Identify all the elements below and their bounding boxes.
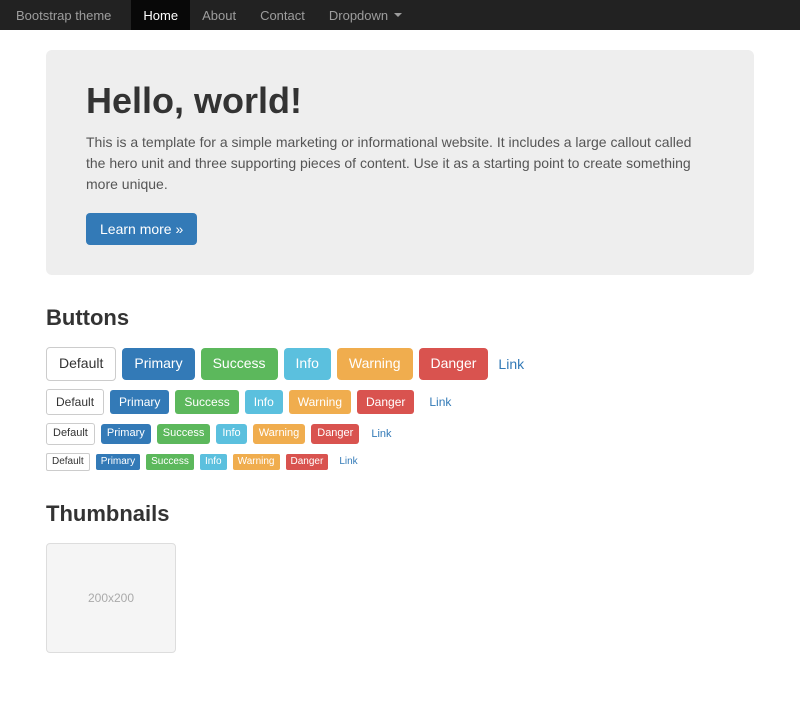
hero-section: Hello, world! This is a template for a s… — [46, 50, 754, 275]
btn-warning-md[interactable]: Warning — [289, 390, 351, 415]
btn-danger-md[interactable]: Danger — [357, 390, 414, 415]
hero-description: This is a template for a simple marketin… — [86, 132, 714, 195]
button-row-normal: Default Primary Success Info Warning Dan… — [46, 389, 754, 416]
btn-default-sm[interactable]: Default — [46, 423, 95, 444]
nav-item-home[interactable]: Home — [131, 0, 190, 30]
nav-item-about[interactable]: About — [190, 0, 248, 30]
nav-item-dropdown[interactable]: Dropdown — [317, 0, 414, 30]
btn-link-md[interactable]: Link — [420, 391, 460, 413]
button-row-small: Default Primary Success Info Warning Dan… — [46, 423, 754, 444]
btn-link-lg[interactable]: Link — [494, 350, 528, 378]
btn-danger-lg[interactable]: Danger — [419, 348, 489, 380]
thumbnails-section: Thumbnails 200x200 — [46, 501, 754, 653]
buttons-section: Buttons Default Primary Success Info War… — [46, 305, 754, 471]
hero-title: Hello, world! — [86, 80, 714, 122]
btn-link-sm[interactable]: Link — [365, 426, 397, 442]
btn-warning-sm[interactable]: Warning — [253, 424, 306, 443]
btn-danger-xs[interactable]: Danger — [286, 454, 329, 470]
btn-success-md[interactable]: Success — [175, 390, 238, 415]
btn-default-xs[interactable]: Default — [46, 453, 90, 471]
learn-more-button[interactable]: Learn more » — [86, 213, 197, 245]
btn-default-md[interactable]: Default — [46, 389, 104, 416]
btn-info-xs[interactable]: Info — [200, 454, 227, 470]
btn-info-lg[interactable]: Info — [284, 348, 331, 380]
nav-items: Home About Contact Dropdown — [131, 0, 414, 30]
btn-default-lg[interactable]: Default — [46, 347, 116, 381]
btn-primary-lg[interactable]: Primary — [122, 348, 194, 380]
navbar-brand[interactable]: Bootstrap theme — [16, 8, 111, 23]
dropdown-label: Dropdown — [329, 8, 402, 23]
navbar: Bootstrap theme Home About Contact Dropd… — [0, 0, 800, 30]
thumbnails-title: Thumbnails — [46, 501, 754, 527]
btn-info-sm[interactable]: Info — [216, 424, 246, 443]
btn-success-xs[interactable]: Success — [146, 454, 194, 470]
btn-warning-lg[interactable]: Warning — [337, 348, 413, 380]
btn-primary-md[interactable]: Primary — [110, 390, 169, 415]
chevron-down-icon — [394, 13, 402, 17]
buttons-title: Buttons — [46, 305, 754, 331]
thumbnail-label: 200x200 — [88, 591, 134, 605]
btn-primary-sm[interactable]: Primary — [101, 424, 151, 443]
thumbnail-item: 200x200 — [46, 543, 176, 653]
nav-item-contact[interactable]: Contact — [248, 0, 317, 30]
btn-link-xs[interactable]: Link — [334, 455, 362, 468]
btn-success-sm[interactable]: Success — [157, 424, 211, 443]
btn-danger-sm[interactable]: Danger — [311, 424, 359, 443]
btn-primary-xs[interactable]: Primary — [96, 454, 140, 470]
btn-warning-xs[interactable]: Warning — [233, 454, 280, 470]
button-row-large: Default Primary Success Info Warning Dan… — [46, 347, 754, 381]
button-row-xsmall: Default Primary Success Info Warning Dan… — [46, 453, 754, 471]
btn-info-md[interactable]: Info — [245, 390, 283, 415]
btn-success-lg[interactable]: Success — [201, 348, 278, 380]
main-container: Hello, world! This is a template for a s… — [30, 30, 770, 703]
